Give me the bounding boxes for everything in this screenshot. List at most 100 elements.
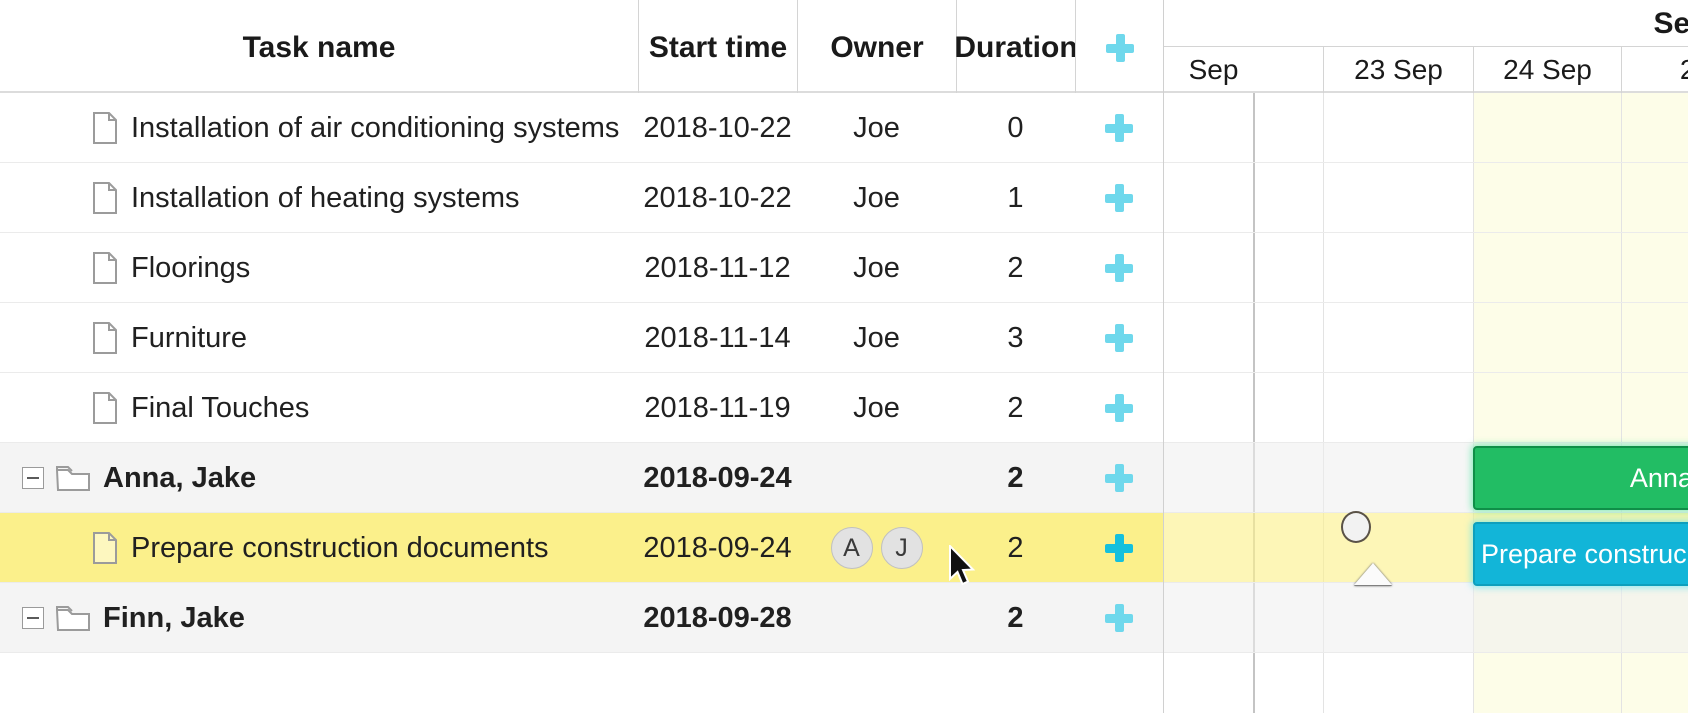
gantt-day-cell-23sep[interactable]: 23 Sep: [1323, 47, 1473, 93]
row-add-button[interactable]: [1075, 373, 1163, 443]
add-task-icon[interactable]: [1104, 253, 1134, 283]
row-duration[interactable]: 2: [956, 443, 1075, 513]
add-task-icon[interactable]: [1104, 603, 1134, 633]
row-duration[interactable]: 1: [956, 163, 1075, 233]
gantt-bar-task[interactable]: Prepare construc: [1473, 522, 1688, 586]
row-task-cell[interactable]: Prepare construction documents: [0, 513, 638, 583]
column-header-add[interactable]: [1075, 0, 1163, 93]
table-row[interactable]: Final Touches 2018-11-19 Joe 2: [0, 373, 1163, 443]
table-row[interactable]: Installation of heating systems 2018-10-…: [0, 163, 1163, 233]
gantt-link-handle[interactable]: [1341, 511, 1371, 543]
task-rows: Installation of air conditioning systems…: [0, 93, 1163, 653]
row-task-cell[interactable]: Finn, Jake: [0, 583, 638, 653]
row-task-name: Final Touches: [131, 391, 310, 424]
row-owner[interactable]: Joe: [797, 93, 956, 163]
avatar[interactable]: J: [880, 527, 923, 569]
row-add-button[interactable]: [1075, 163, 1163, 233]
add-task-icon[interactable]: [1104, 323, 1134, 353]
row-start-time[interactable]: 2018-09-28: [638, 583, 797, 653]
row-task-name: Prepare construction documents: [131, 531, 549, 564]
gantt-row[interactable]: [1164, 163, 1688, 233]
row-task-name: Floorings: [131, 251, 251, 284]
row-start-time[interactable]: 2018-11-19: [638, 373, 797, 443]
collapse-toggle-icon[interactable]: [22, 467, 44, 489]
row-task-cell[interactable]: Floorings: [0, 233, 638, 303]
gantt-row[interactable]: [1164, 93, 1688, 163]
gantt-day-cell-22sep[interactable]: Sep: [1164, 47, 1323, 93]
gantt-timeline-pane: Sep Sep 23 Sep 24 Sep 25: [1163, 0, 1688, 713]
add-task-icon[interactable]: [1104, 463, 1134, 493]
table-row[interactable]: Prepare construction documents 2018-09-2…: [0, 513, 1163, 583]
row-task-cell[interactable]: Furniture: [0, 303, 638, 373]
gantt-bar-project[interactable]: Anna, Jake: [1473, 446, 1688, 510]
row-start-time[interactable]: 2018-10-22: [638, 93, 797, 163]
table-row[interactable]: Floorings 2018-11-12 Joe 2: [0, 233, 1163, 303]
row-task-cell[interactable]: Final Touches: [0, 373, 638, 443]
row-add-button[interactable]: [1075, 303, 1163, 373]
add-task-icon[interactable]: [1104, 533, 1134, 563]
row-task-name: Installation of heating systems: [131, 181, 520, 214]
folder-icon: [56, 604, 90, 632]
gantt-row[interactable]: [1164, 233, 1688, 303]
row-owner[interactable]: Joe: [797, 233, 956, 303]
add-task-icon[interactable]: [1104, 113, 1134, 143]
table-row[interactable]: Finn, Jake 2018-09-28 2: [0, 583, 1163, 653]
grid-header-row: Task name Start time Owner Duration: [0, 0, 1163, 93]
avatar[interactable]: A: [830, 527, 873, 569]
add-task-icon[interactable]: [1104, 183, 1134, 213]
column-header-task-name[interactable]: Task name: [0, 0, 638, 93]
row-owner[interactable]: Joe: [797, 303, 956, 373]
gantt-drag-marker[interactable]: [1354, 563, 1392, 585]
row-task-cell[interactable]: Installation of air conditioning systems: [0, 93, 638, 163]
row-start-time[interactable]: 2018-11-12: [638, 233, 797, 303]
row-owner[interactable]: Joe: [797, 373, 956, 443]
row-owner[interactable]: [797, 583, 956, 653]
table-row[interactable]: Installation of air conditioning systems…: [0, 93, 1163, 163]
row-add-button[interactable]: [1075, 443, 1163, 513]
row-owner[interactable]: Joe: [797, 163, 956, 233]
column-header-owner-label: Owner: [830, 30, 924, 64]
table-row[interactable]: Furniture 2018-11-14 Joe 3: [0, 303, 1163, 373]
row-duration[interactable]: 2: [956, 583, 1075, 653]
document-icon: [92, 392, 118, 424]
gantt-month-scale: Sep: [1164, 0, 1688, 47]
table-row[interactable]: Anna, Jake 2018-09-24 2: [0, 443, 1163, 513]
document-icon: [92, 112, 118, 144]
row-task-name: Anna, Jake: [103, 461, 257, 494]
column-header-duration[interactable]: Duration: [954, 0, 1078, 93]
add-task-icon[interactable]: [1104, 393, 1134, 423]
row-duration[interactable]: 2: [956, 233, 1075, 303]
collapse-toggle-icon[interactable]: [22, 607, 44, 629]
row-duration[interactable]: 2: [956, 513, 1075, 583]
row-start-time[interactable]: 2018-09-24: [638, 443, 797, 513]
gantt-day-cell-24sep[interactable]: 24 Sep: [1473, 47, 1621, 93]
row-add-button[interactable]: [1075, 583, 1163, 653]
row-task-cell[interactable]: Installation of heating systems: [0, 163, 638, 233]
gantt-row[interactable]: [1164, 583, 1688, 653]
row-start-time[interactable]: 2018-09-24: [638, 513, 797, 583]
row-duration[interactable]: 2: [956, 373, 1075, 443]
owner-avatars: A J: [830, 527, 923, 569]
gantt-grid-body[interactable]: Anna, Jake Prepare construc: [1164, 93, 1688, 713]
folder-icon: [56, 464, 90, 492]
gantt-bar-label: Prepare construc: [1481, 538, 1687, 569]
row-add-button[interactable]: [1075, 513, 1163, 583]
row-task-cell[interactable]: Anna, Jake: [0, 443, 638, 513]
row-owner[interactable]: [797, 443, 956, 513]
row-start-time[interactable]: 2018-11-14: [638, 303, 797, 373]
row-add-button[interactable]: [1075, 93, 1163, 163]
row-duration[interactable]: 0: [956, 93, 1075, 163]
gantt-day-cell-25sep[interactable]: 25: [1621, 47, 1688, 93]
column-header-start-time-label: Start time: [648, 30, 788, 64]
row-start-time[interactable]: 2018-10-22: [638, 163, 797, 233]
column-header-start-time[interactable]: Start time: [638, 0, 797, 93]
document-icon: [92, 532, 118, 564]
row-owner[interactable]: A J: [797, 513, 956, 583]
row-add-button[interactable]: [1075, 233, 1163, 303]
gantt-row[interactable]: [1164, 373, 1688, 443]
document-icon: [92, 322, 118, 354]
column-header-owner[interactable]: Owner: [797, 0, 956, 93]
gantt-row[interactable]: [1164, 303, 1688, 373]
row-duration[interactable]: 3: [956, 303, 1075, 373]
add-task-icon[interactable]: [1105, 33, 1135, 63]
